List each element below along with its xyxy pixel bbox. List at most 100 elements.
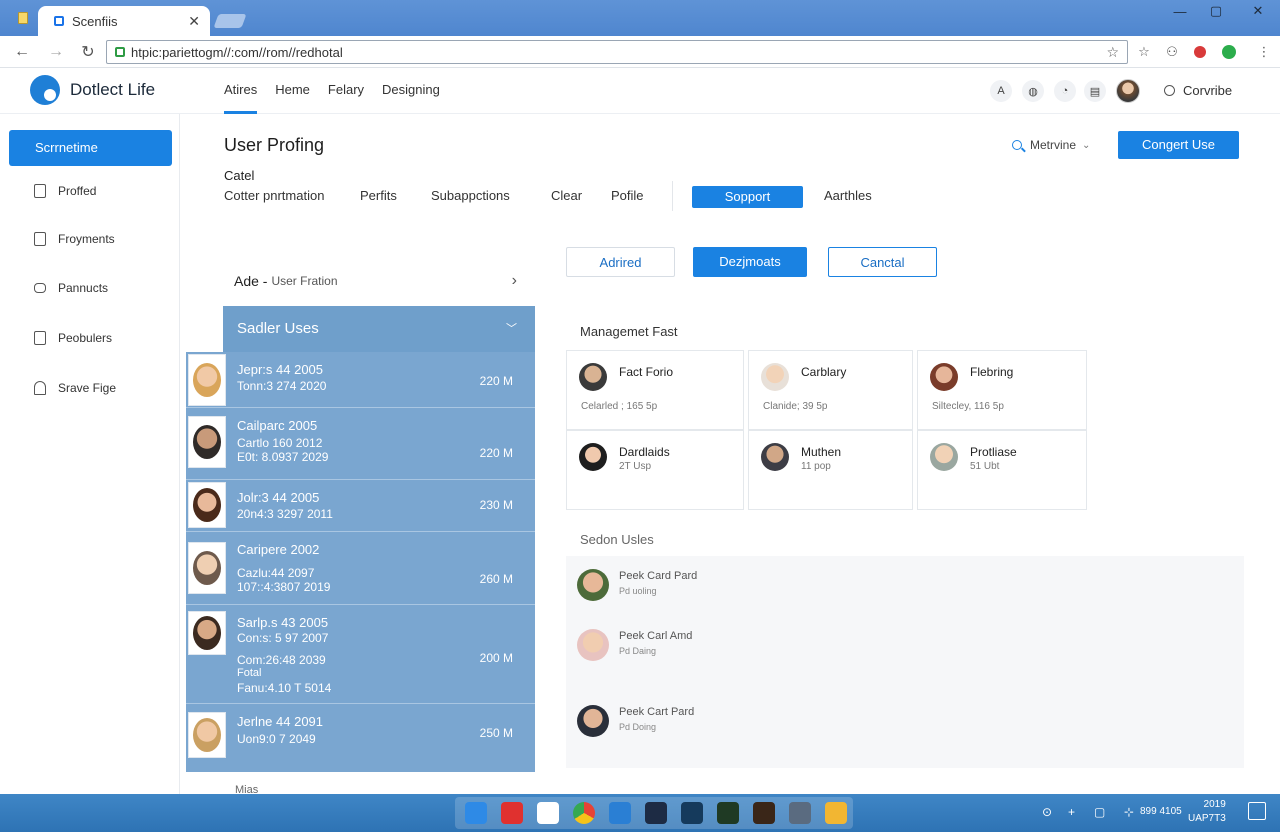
sidebar-item-label: Pannucts (58, 281, 109, 295)
list-item[interactable]: Peek Card Pard Pd uoling (566, 556, 1244, 616)
table-row[interactable]: Cailparc 2005 Cartlo 160 2012 E0t: 8.093… (186, 408, 535, 480)
user-photo (188, 416, 226, 468)
minimize-icon[interactable]: — (1162, 0, 1198, 22)
group-header[interactable]: Sadler Uses ﹀ (223, 306, 535, 352)
cancel-button[interactable]: Canctal (828, 247, 937, 277)
terminal-app-icon[interactable] (717, 802, 739, 824)
convert-user-button[interactable]: Congert Use (1118, 131, 1239, 159)
tray-window-icon[interactable]: ▢ (1094, 805, 1105, 819)
store-app-icon[interactable] (609, 802, 631, 824)
address-bar-row: ← → ↻ htpic:pariettogm//:com//rom//redho… (0, 36, 1280, 68)
header-link[interactable]: Corvribe (1164, 83, 1232, 98)
app-header: Dotlect Life Atires Heme Felary Designin… (0, 68, 1280, 114)
nav-item-designing[interactable]: Designing (382, 68, 440, 114)
recent-users-label: Sedon Usles (580, 532, 654, 547)
person-icon[interactable]: A (990, 80, 1012, 102)
reload-icon[interactable]: ↻ (78, 42, 98, 62)
recent-name: Peek Card Pard (619, 570, 698, 582)
tab-close-icon[interactable]: ✕ (188, 13, 200, 30)
user-card[interactable]: Fact Forio Celarled ; 165 5p (566, 350, 744, 430)
document-app-icon[interactable] (537, 802, 559, 824)
row-size: 220 M (479, 446, 513, 460)
home-icon (34, 381, 46, 395)
files-app-icon[interactable] (465, 802, 487, 824)
management-grid: Fact Forio Celarled ; 165 5p Carblary Cl… (566, 350, 1087, 510)
sidebar-item-froyments[interactable]: Froyments (34, 232, 115, 246)
tab-clear[interactable]: Clear (551, 188, 582, 203)
user-photo (188, 712, 226, 758)
browser-app-icon[interactable] (573, 802, 595, 824)
brand-logo-icon[interactable] (30, 75, 60, 105)
table-row[interactable]: Jolr:3 44 2005 20n4:3 3297 2011 230 M (186, 480, 535, 532)
url-input[interactable]: htpic:pariettogm//:com//rom//redhotal ☆ (106, 40, 1128, 64)
tab-perfits[interactable]: Perfits (360, 188, 397, 203)
avatar (577, 705, 609, 737)
sidebar-item-label: Proffed (58, 184, 97, 198)
avatar (761, 443, 789, 471)
chat-icon[interactable]: ◔ (1054, 80, 1076, 102)
tab-cotter-pnrtmation[interactable]: Cotter pnrtmation (224, 188, 324, 203)
tab-aarthles[interactable]: Aarthles (824, 188, 872, 203)
mail-app-icon[interactable] (825, 802, 847, 824)
page-title: User Profing (224, 135, 325, 155)
sidebar-item-proffed[interactable]: Proffed (34, 184, 96, 198)
search-dropdown[interactable]: Metrvine ⌄ (1012, 138, 1090, 152)
nav-item-felary[interactable]: Felary (328, 68, 364, 114)
notification-icon[interactable] (1248, 802, 1266, 820)
sidebar-item-peobulers[interactable]: Peobulers (34, 331, 112, 345)
user-avatar[interactable] (1116, 79, 1140, 103)
active-tab[interactable]: Scenfiis ✕ (38, 6, 210, 36)
tray-plus-icon[interactable]: + (1068, 805, 1075, 819)
user-card[interactable]: Protliase 51 Ubt (917, 430, 1087, 510)
app-dock (455, 797, 853, 829)
search-app-icon[interactable] (645, 802, 667, 824)
extension-puzzle-icon[interactable]: ☆ (1136, 44, 1152, 60)
nav-item-atires[interactable]: Atires (224, 68, 258, 114)
tools-app-icon[interactable] (753, 802, 775, 824)
sidebar-primary-button[interactable]: Scrrnetime (9, 130, 172, 166)
sidebar-item-srave-fige[interactable]: Srave Fige (34, 381, 116, 395)
tray-network-icon[interactable]: ⊹ (1124, 805, 1134, 819)
red-extension-icon[interactable] (1194, 46, 1206, 58)
list-panel-header[interactable]: Ade - User Fration › (224, 264, 535, 298)
new-tab-button[interactable] (213, 14, 247, 28)
pinned-tab[interactable] (10, 7, 36, 29)
maximize-icon[interactable]: ▢ (1198, 0, 1234, 22)
forward-arrow-icon[interactable]: → (46, 42, 66, 62)
sidebar-item-pannucts[interactable]: Pannucts (34, 281, 108, 295)
table-row[interactable]: Sarlp.s 43 2005 Con:s: 5 97 2007 Com:26:… (186, 605, 535, 704)
link-app-icon[interactable] (789, 802, 811, 824)
user-card[interactable]: Carblary Clanide; 39 5p (748, 350, 913, 430)
table-row[interactable]: Jepr:s 44 2005 Tonn:3 274 2020 220 M (186, 352, 535, 408)
list-item[interactable]: Peek Carl Amd Pd Daing (566, 616, 1244, 676)
search-icon (1012, 140, 1022, 150)
table-row[interactable]: Caripere 2002 Cazlu:44 2097 107::4:3807 … (186, 532, 535, 605)
window-close-icon[interactable]: ✕ (1240, 0, 1276, 22)
tab-pofile[interactable]: Pofile (611, 188, 644, 203)
tab-subappctions[interactable]: Subappctions (431, 188, 510, 203)
bar-chart-icon (34, 331, 46, 345)
user-card[interactable]: Flebring Siltecley, 116 5p (917, 350, 1087, 430)
profile-icon[interactable]: ⚇ (1164, 44, 1180, 60)
red-app-icon[interactable] (501, 802, 523, 824)
box-icon (34, 283, 46, 293)
menu-dots-icon[interactable]: ⋮ (1256, 44, 1272, 60)
user-card[interactable]: Dardlaids 2T Usp (566, 430, 744, 510)
designations-button[interactable]: Dezjmoats (693, 247, 807, 277)
section-subhead: Catel (224, 168, 255, 183)
recent-sub: Pd Doing (619, 722, 657, 732)
bookmark-star-icon[interactable]: ☆ (1106, 44, 1119, 61)
globe-icon[interactable]: ◍ (1022, 80, 1044, 102)
list-item[interactable]: Peek Cart Pard Pd Doing (566, 692, 1244, 752)
admired-button[interactable]: Adrired (566, 247, 675, 277)
back-arrow-icon[interactable]: ← (12, 42, 32, 62)
tray-power-icon[interactable]: ⊙ (1042, 805, 1052, 819)
lock-icon[interactable]: ▤ (1084, 80, 1106, 102)
system-clock[interactable]: 2019 UAP7T3 (1188, 798, 1226, 826)
table-row[interactable]: Jerlne 44 2091 Uon9:0 7 2049 250 M (186, 704, 535, 772)
tab-support[interactable]: Sopport (692, 186, 803, 208)
gear-app-icon[interactable] (681, 802, 703, 824)
green-extension-icon[interactable] (1222, 45, 1236, 59)
user-card[interactable]: Muthen 11 pop (748, 430, 913, 510)
nav-item-heme[interactable]: Heme (275, 68, 310, 114)
